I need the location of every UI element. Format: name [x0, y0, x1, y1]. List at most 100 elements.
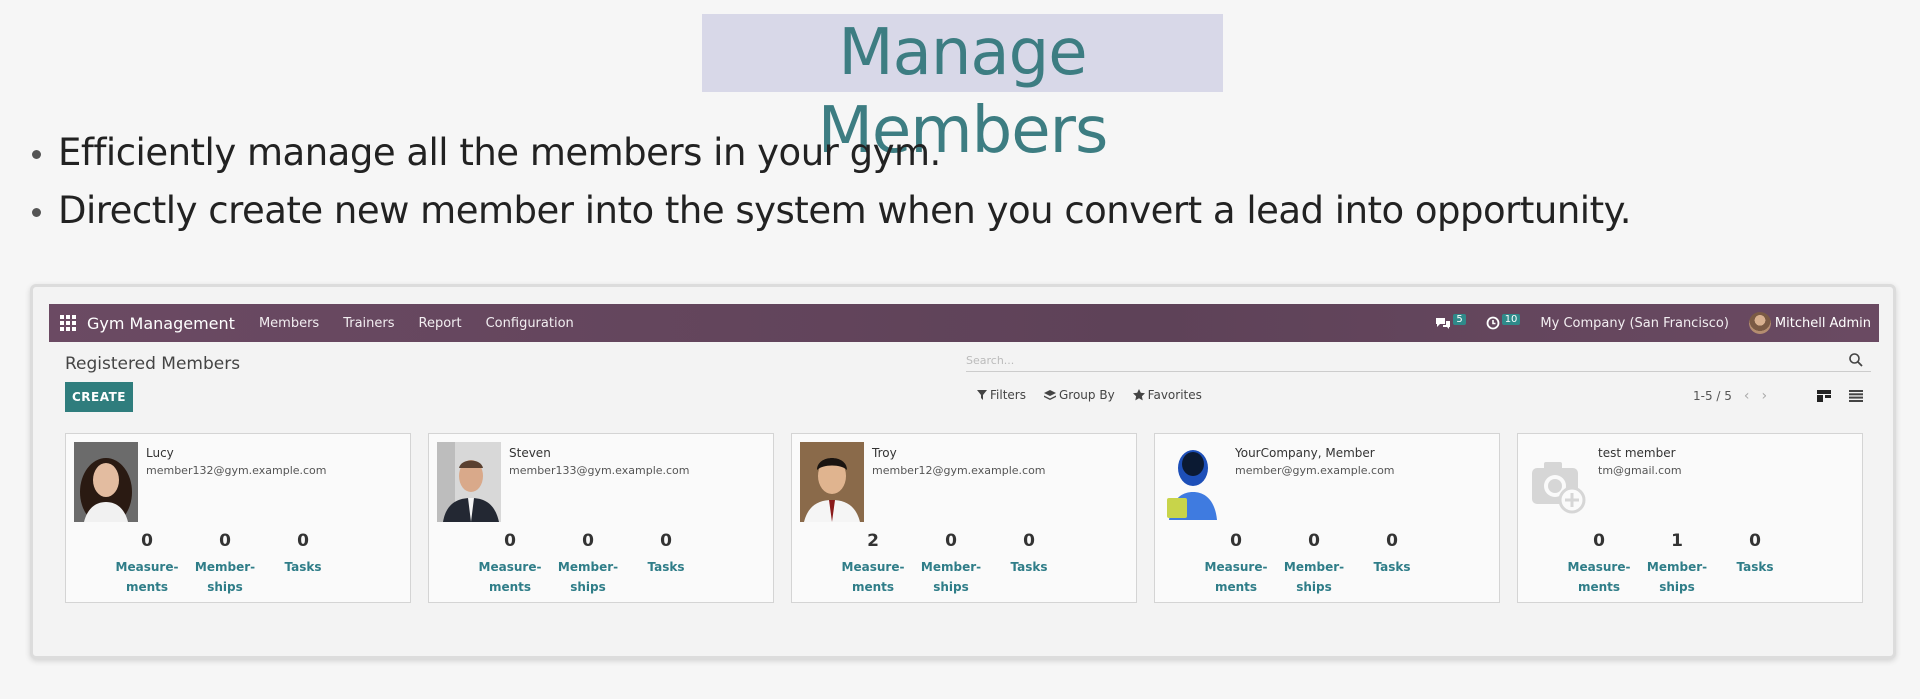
menu-configuration[interactable]: Configuration — [486, 316, 574, 331]
kanban-view-icon[interactable] — [1808, 385, 1840, 407]
member-card[interactable]: YourCompany, Member member@gym.example.c… — [1154, 433, 1500, 603]
measurements-stat[interactable]: 2 Measure- ments — [834, 530, 912, 597]
memberships-stat[interactable]: 0 Member- ships — [549, 530, 627, 597]
chat-icon — [1436, 318, 1451, 329]
user-name: Mitchell Admin — [1774, 315, 1871, 331]
search-icon[interactable] — [1848, 352, 1864, 368]
member-email: member@gym.example.com — [1235, 464, 1395, 477]
menu-members[interactable]: Members — [259, 316, 319, 331]
member-name: Lucy — [146, 446, 174, 460]
memberships-stat[interactable]: 0 Member- ships — [186, 530, 264, 597]
memberships-label: Member- ships — [920, 560, 982, 594]
measurements-label: Measure- ments — [478, 560, 542, 594]
memberships-count: 0 — [945, 531, 957, 551]
pager-next-icon[interactable]: › — [1762, 388, 1768, 404]
activities-badge: 10 — [1501, 313, 1521, 325]
menu-trainers[interactable]: Trainers — [343, 316, 394, 331]
measurements-stat[interactable]: 0 Measure- ments — [471, 530, 549, 597]
tasks-count: 0 — [660, 531, 672, 551]
tasks-stat[interactable]: 0 Tasks — [990, 530, 1068, 597]
tasks-stat[interactable]: 0 Tasks — [1716, 530, 1794, 597]
member-name: Steven — [509, 446, 551, 460]
app-brand[interactable]: Gym Management — [87, 314, 235, 333]
member-photo — [1526, 442, 1590, 522]
member-card[interactable]: Steven member133@gym.example.com 0 Measur… — [428, 433, 774, 603]
memberships-label: Member- ships — [194, 560, 256, 594]
filter-icon — [977, 390, 987, 400]
tasks-count: 0 — [1023, 531, 1035, 551]
member-stats: 0 Measure- ments 0 Member- ships 0 Tasks — [108, 530, 342, 597]
measurements-count: 0 — [1593, 531, 1605, 551]
measurements-label: Measure- ments — [841, 560, 905, 594]
measurements-count: 0 — [1230, 531, 1242, 551]
measurements-label: Measure- ments — [115, 560, 179, 594]
member-stats: 0 Measure- ments 0 Member- ships 0 Tasks — [1197, 530, 1431, 597]
member-photo — [74, 442, 138, 522]
filters-button[interactable]: Filters — [977, 388, 1026, 402]
favorites-button[interactable]: Favorites — [1132, 388, 1202, 402]
messages-button[interactable]: 5 — [1435, 313, 1466, 330]
member-stats: 0 Measure- ments 0 Member- ships 0 Tasks — [471, 530, 705, 597]
tasks-label: Tasks — [1010, 560, 1048, 574]
memberships-count: 0 — [1308, 531, 1320, 551]
star-icon — [1132, 389, 1145, 401]
tasks-label: Tasks — [1736, 560, 1774, 574]
bullet-item: Directly create new member into the syst… — [28, 182, 1631, 240]
tasks-count: 0 — [297, 531, 309, 551]
bullet-dot — [32, 208, 41, 217]
member-photo — [1163, 442, 1227, 522]
memberships-stat[interactable]: 1 Member- ships — [1638, 530, 1716, 597]
apps-menu-icon[interactable] — [49, 304, 87, 342]
member-name: test member — [1598, 446, 1676, 460]
layers-icon — [1043, 389, 1056, 400]
pager-value[interactable]: 1-5 / 5 — [1693, 389, 1732, 403]
measurements-count: 0 — [141, 531, 153, 551]
group-by-button[interactable]: Group By — [1043, 388, 1115, 402]
favorites-label: Favorites — [1147, 388, 1202, 402]
pager: 1-5 / 5 ‹ › — [1693, 388, 1767, 404]
tasks-count: 0 — [1386, 531, 1398, 551]
member-email: tm@gmail.com — [1598, 464, 1682, 477]
measurements-count: 0 — [504, 531, 516, 551]
memberships-count: 0 — [219, 531, 231, 551]
member-name: Troy — [872, 446, 897, 460]
tasks-count: 0 — [1749, 531, 1761, 551]
member-card[interactable]: Troy member12@gym.example.com 2 Measure- … — [791, 433, 1137, 603]
memberships-stat[interactable]: 0 Member- ships — [1275, 530, 1353, 597]
memberships-count: 0 — [582, 531, 594, 551]
company-switcher[interactable]: My Company (San Francisco) — [1540, 316, 1728, 331]
member-email: member12@gym.example.com — [872, 464, 1046, 477]
user-menu[interactable]: Mitchell Admin — [1748, 312, 1871, 334]
memberships-label: Member- ships — [1283, 560, 1345, 594]
filters-label: Filters — [990, 388, 1026, 402]
tasks-stat[interactable]: 0 Tasks — [264, 530, 342, 597]
activities-button[interactable]: 10 — [1486, 313, 1521, 330]
memberships-label: Member- ships — [1646, 560, 1708, 594]
kanban-view: Lucy member132@gym.example.com 0 Measure-… — [65, 433, 1880, 603]
search-input[interactable] — [966, 350, 1871, 372]
measurements-stat[interactable]: 0 Measure- ments — [1197, 530, 1275, 597]
tasks-stat[interactable]: 0 Tasks — [627, 530, 705, 597]
slide-title: Manage Members — [702, 14, 1223, 168]
member-stats: 2 Measure- ments 0 Member- ships 0 Tasks — [834, 530, 1068, 597]
tasks-label: Tasks — [647, 560, 685, 574]
menu-report[interactable]: Report — [419, 316, 462, 331]
measurements-stat[interactable]: 0 Measure- ments — [1560, 530, 1638, 597]
member-email: member132@gym.example.com — [146, 464, 327, 477]
member-card[interactable]: Lucy member132@gym.example.com 0 Measure-… — [65, 433, 411, 603]
measurements-count: 2 — [867, 531, 879, 551]
measurements-stat[interactable]: 0 Measure- ments — [108, 530, 186, 597]
member-photo — [800, 442, 864, 522]
member-photo — [437, 442, 501, 522]
create-button[interactable]: CREATE — [65, 382, 133, 412]
view-switcher — [1808, 385, 1872, 407]
memberships-count: 1 — [1671, 531, 1683, 551]
member-card[interactable]: test member tm@gmail.com 0 Measure- ments… — [1517, 433, 1863, 603]
memberships-stat[interactable]: 0 Member- ships — [912, 530, 990, 597]
measurements-label: Measure- ments — [1204, 560, 1268, 594]
pager-previous-icon[interactable]: ‹ — [1744, 388, 1750, 404]
memberships-label: Member- ships — [557, 560, 619, 594]
tasks-stat[interactable]: 0 Tasks — [1353, 530, 1431, 597]
list-view-icon[interactable] — [1840, 385, 1872, 407]
user-avatar — [1748, 312, 1771, 334]
